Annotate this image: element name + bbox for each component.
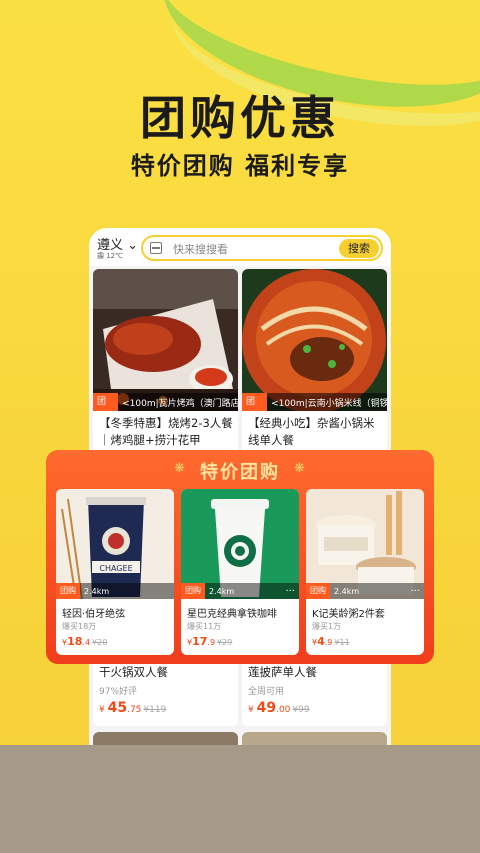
card-tag-row: 团购 <100m|云南小锅米线（铜锣 bbox=[242, 393, 387, 425]
top-bar: 遵义 ⌄ 霾 12℃ 快来搜搜看 搜索 bbox=[89, 228, 391, 266]
card-tag-row: 团购 2.4km ··· bbox=[181, 583, 299, 599]
promo-subtitle: 特价团购 福利专享 bbox=[130, 152, 350, 180]
search-button[interactable]: 搜索 bbox=[339, 239, 379, 258]
deal-name: 轻因·伯牙绝弦 bbox=[62, 609, 126, 620]
card-title: 莲披萨单人餐 bbox=[248, 665, 317, 679]
special-deal-card[interactable]: 团购 2.4km ··· K记美龄粥2件套 爆买1万 ¥4.9 ¥11 bbox=[306, 489, 424, 655]
distance-text: 2.4km bbox=[209, 586, 235, 596]
deal-card[interactable]: 团购 <100m|瓦片烤鸡（澳门路店 【冬季特惠】烧烤2-3人餐｜烤鸡腿+捞汁花… bbox=[93, 269, 238, 454]
sold-count: 爆买18万 bbox=[62, 622, 97, 631]
card-availability: 全周可用 bbox=[248, 687, 285, 697]
deal-card[interactable]: 干火锅双人餐 97%好评 ¥ 45.75 ¥119 bbox=[93, 656, 238, 726]
chevron-down-icon: ⌄ bbox=[127, 238, 139, 253]
distance-text: 2.4km bbox=[84, 586, 110, 596]
card-tag-row: 团购 <100m|瓦片烤鸡（澳门路店 bbox=[93, 393, 238, 425]
deal-price: ¥17.9 ¥29 bbox=[187, 635, 233, 648]
svg-text:CHAGEE: CHAGEE bbox=[99, 564, 132, 573]
group-buy-tag: 团购 bbox=[306, 583, 330, 599]
sold-count: 爆买11万 bbox=[187, 622, 222, 631]
card-title: 【经典小吃】杂酱小锅米线单人餐 bbox=[248, 416, 375, 447]
promo-title: 团购优惠 bbox=[140, 91, 340, 145]
group-buy-tag: 团购 bbox=[56, 583, 80, 599]
deal-price: ¥4.9 ¥11 bbox=[312, 635, 350, 648]
group-buy-tag: 团购 bbox=[181, 583, 205, 599]
weather-label: 霾 12℃ bbox=[97, 252, 123, 260]
special-deals-title: 特价团购 bbox=[200, 462, 280, 483]
special-deal-card[interactable]: CHAGEE 团购 2.4km 轻因·伯牙绝弦 爆买18万 ¥18.4 ¥20 bbox=[56, 489, 174, 655]
more-icon[interactable]: ··· bbox=[285, 586, 295, 597]
group-buy-tag: 团购 bbox=[242, 393, 268, 425]
card-price: ¥ 49.00 ¥99 bbox=[248, 700, 310, 716]
bottom-backdrop bbox=[0, 745, 480, 853]
deal-name: K记美龄粥2件套 bbox=[312, 609, 385, 620]
deal-card[interactable]: 莲披萨单人餐 全周可用 ¥ 49.00 ¥99 bbox=[242, 656, 387, 726]
location-text: <100m|云南小锅米线（铜锣 bbox=[271, 398, 387, 409]
search-bar[interactable]: 快来搜搜看 搜索 bbox=[141, 235, 383, 261]
card-rating: 97%好评 bbox=[99, 687, 138, 697]
deal-name: 星巴克经典拿铁咖啡 bbox=[187, 609, 277, 620]
card-price: ¥ 45.75 ¥119 bbox=[99, 700, 167, 716]
distance-text: 2.4km bbox=[334, 586, 360, 596]
sold-count: 爆买1万 bbox=[312, 622, 342, 631]
card-tag-row: 团购 2.4km bbox=[56, 583, 174, 599]
location-text: <100m|瓦片烤鸡（澳门路店 bbox=[122, 398, 238, 409]
scan-icon[interactable] bbox=[150, 242, 162, 254]
card-title: 【冬季特惠】烧烤2-3人餐｜烤鸡腿+捞汁花甲+炝… bbox=[99, 416, 233, 454]
search-input[interactable]: 快来搜搜看 bbox=[173, 241, 228, 257]
sparkle-icon: ❋ bbox=[294, 461, 305, 476]
bbq-image bbox=[93, 269, 238, 411]
deal-price: ¥18.4 ¥20 bbox=[62, 635, 108, 648]
noodle-image bbox=[242, 269, 387, 411]
special-deal-card[interactable]: 团购 2.4km ··· 星巴克经典拿铁咖啡 爆买11万 ¥17.9 ¥29 bbox=[181, 489, 299, 655]
special-deals-panel: ❋ 特价团购 ❋ CHAGEE 团购 2.4km 轻因·伯牙绝弦 爆买18万 ¥… bbox=[46, 450, 434, 664]
card-tag-row: 团购 2.4km ··· bbox=[306, 583, 424, 599]
group-buy-tag: 团购 bbox=[93, 393, 119, 425]
more-icon[interactable]: ··· bbox=[410, 586, 420, 597]
card-title: 干火锅双人餐 bbox=[99, 665, 168, 679]
deal-card[interactable]: 团购 <100m|云南小锅米线（铜锣 【经典小吃】杂酱小锅米线单人餐 bbox=[242, 269, 387, 454]
